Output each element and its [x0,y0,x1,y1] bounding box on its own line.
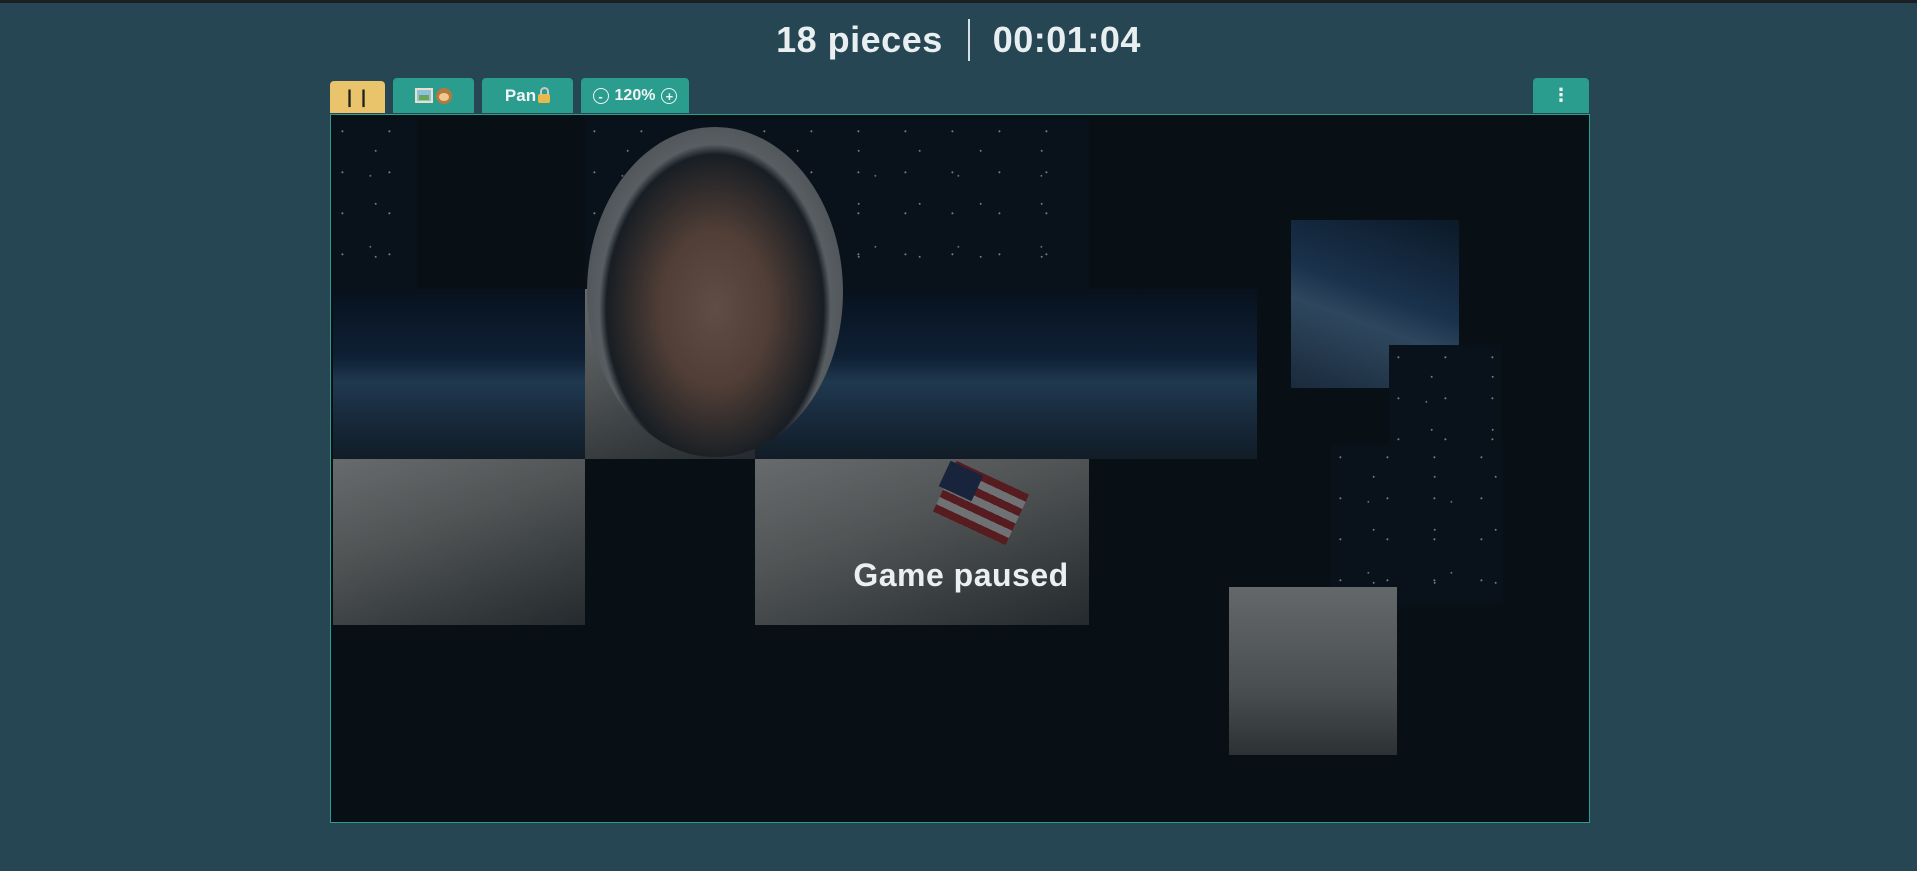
game-header: 18 pieces 00:01:04 [0,18,1917,62]
see-no-evil-monkey-icon [436,87,452,104]
zoom-control: - 120% + [581,78,689,113]
zoom-in-button[interactable]: + [661,87,678,104]
more-menu-button[interactable]: ⋮ [1533,78,1589,113]
lock-icon [538,87,551,103]
zoom-out-button[interactable]: - [592,87,609,104]
picture-icon [415,88,433,103]
pan-label: Pan [504,85,537,105]
game-timer: 00:01:04 [992,19,1141,60]
pan-lock-button[interactable]: Pan [482,78,573,113]
pause-overlay [331,115,1589,822]
puzzle-board[interactable]: Game paused [330,114,1590,823]
preview-toggle-button[interactable] [393,78,474,113]
more-vertical-icon: ⋮ [1552,85,1570,105]
game-paused-message: Game paused [853,557,1069,593]
piece-count: 18 pieces [776,19,943,60]
pause-icon: | | [346,86,369,107]
pause-button[interactable]: | | [330,81,385,113]
window-top-border [0,0,1917,3]
zoom-level: 120% [614,86,656,104]
